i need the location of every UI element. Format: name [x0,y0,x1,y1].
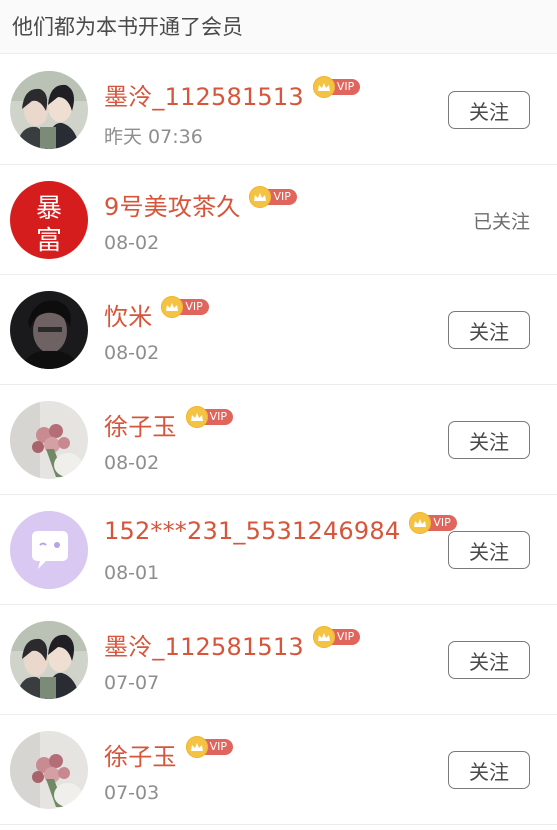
join-time: 08-02 [104,232,160,254]
list-item[interactable]: 墨泠_112581513 VIP 昨天 07:36 关注 [0,55,557,165]
crown-icon [185,405,208,428]
list-item[interactable]: 暴 富 9号美攻茶久 VIP 08-02 已关注 [0,165,557,275]
avatar[interactable] [10,621,88,699]
crown-icon [185,735,208,758]
member-name[interactable]: 9号美攻茶久 [104,187,240,222]
member-name[interactable]: 墨泠_112581513 [104,627,304,662]
avatar-char: 暴 [36,194,62,224]
avatar[interactable]: 暴 富 [10,181,88,259]
followed-status[interactable]: 已关注 [473,207,530,234]
anime-couple-avatar-image [10,621,88,699]
member-name[interactable]: 152***231_5531246984 [104,517,400,545]
follow-button[interactable]: 关注 [448,311,530,349]
avatar[interactable] [10,71,88,149]
flower-bouquet-avatar-image [10,731,88,809]
vip-badge: VIP [312,625,361,648]
red-calligraphy-avatar-image: 暴 富 [10,181,88,259]
member-name[interactable]: 忺米 [104,297,152,332]
avatar[interactable] [10,511,88,589]
list-item[interactable]: 忺米 VIP 08-02 关注 [0,275,557,385]
join-time: 08-01 [104,562,160,584]
list-item[interactable]: 徐子玉 VIP 07-03 关注 [0,715,557,825]
list-item[interactable]: 徐子玉 VIP 08-02 关注 [0,385,557,495]
follow-button[interactable]: 关注 [448,751,530,789]
member-name[interactable]: 徐子玉 [104,407,177,442]
list-item[interactable]: 墨泠_112581513 VIP 07-07 关注 [0,605,557,715]
vip-badge: VIP [312,75,361,98]
join-time: 07-03 [104,782,160,804]
dark-portrait-avatar-image [10,291,88,369]
vip-badge: VIP [161,295,209,318]
page-header: 他们都为本书开通了会员 [0,0,557,54]
crown-icon [312,75,335,98]
flower-bouquet-avatar-image [10,401,88,479]
member-list: 墨泠_112581513 VIP 昨天 07:36 关注 暴 富 9号美攻茶久 [0,55,557,825]
crown-icon [249,185,272,208]
list-item[interactable]: 152***231_5531246984 VIP 08-01 关注 [0,495,557,605]
vip-badge: VIP [249,185,297,208]
member-name[interactable]: 徐子玉 [104,737,177,772]
avatar[interactable] [10,731,88,809]
join-time: 08-02 [104,452,160,474]
default-chat-bubble-avatar-image [10,511,88,589]
member-name[interactable]: 墨泠_112581513 [104,77,304,112]
vip-badge: VIP [185,735,234,758]
follow-button[interactable]: 关注 [448,641,530,679]
vip-badge: VIP [409,512,457,534]
anime-couple-avatar-image [10,71,88,149]
header-title: 他们都为本书开通了会员 [12,15,243,39]
follow-button[interactable]: 关注 [448,531,530,569]
follow-button[interactable]: 关注 [448,421,530,459]
crown-icon [161,295,184,318]
follow-button[interactable]: 关注 [448,91,530,129]
join-time: 昨天 07:36 [104,126,203,148]
join-time: 07-07 [104,672,160,694]
avatar[interactable] [10,401,88,479]
avatar[interactable] [10,291,88,369]
crown-icon [312,625,335,648]
vip-badge: VIP [185,405,234,428]
join-time: 08-02 [104,342,160,364]
avatar-char: 富 [36,226,62,256]
